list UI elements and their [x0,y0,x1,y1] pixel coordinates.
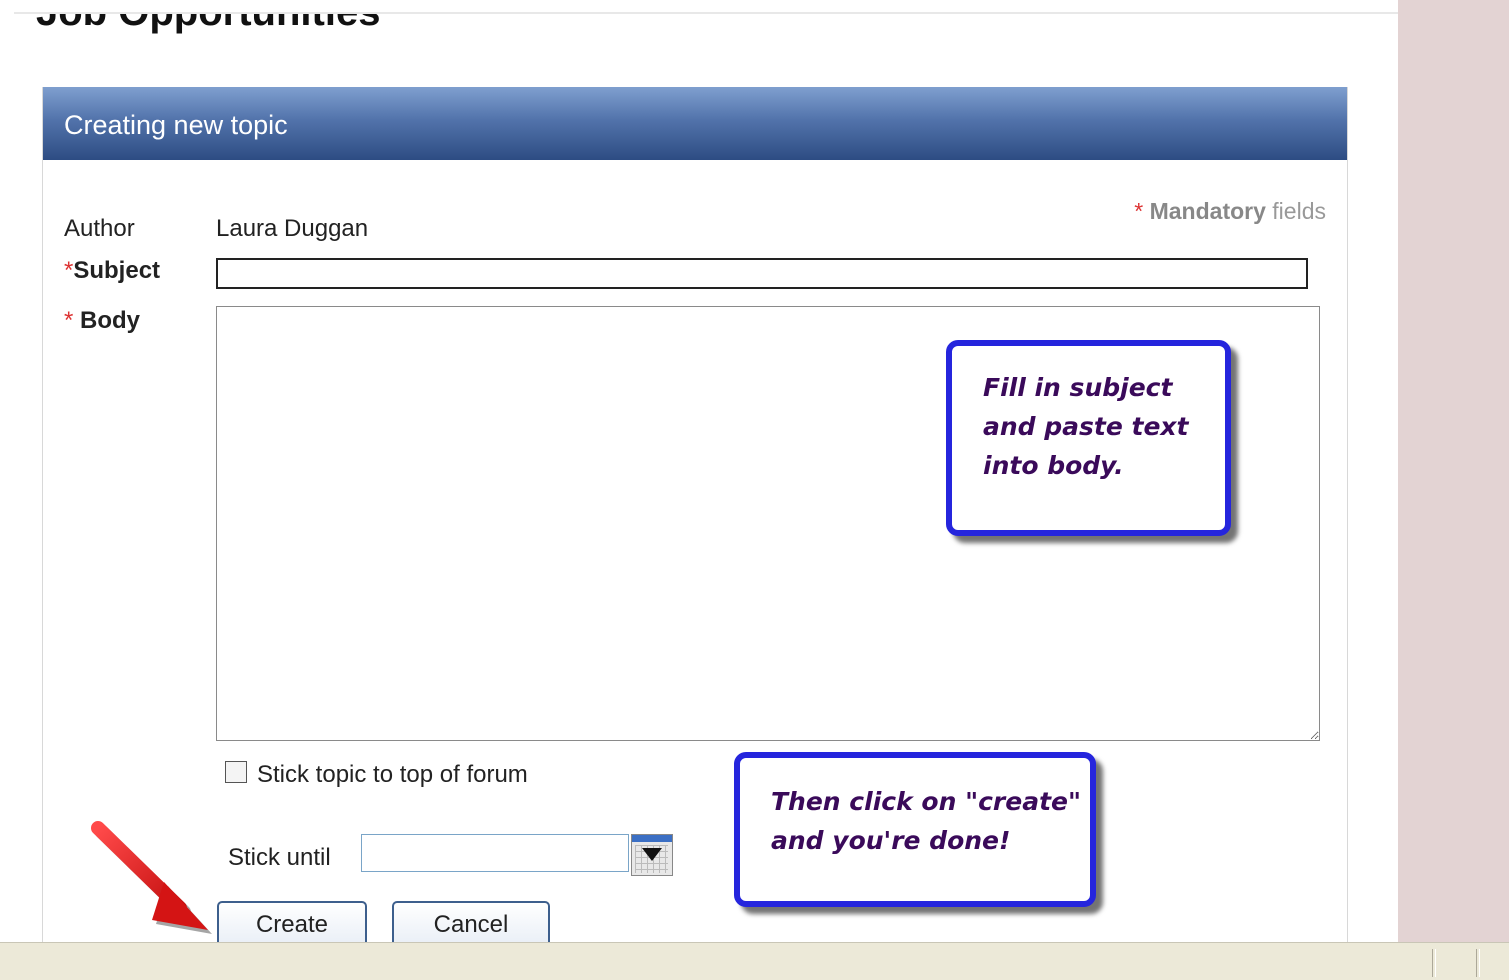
status-divider [1432,949,1436,977]
panel-title: Creating new topic [64,110,288,140]
mandatory-star: * [1134,198,1144,224]
subject-input[interactable] [216,258,1308,289]
browser-status-bar [0,942,1509,980]
body-required-star: * [64,307,74,334]
side-background [1398,0,1509,942]
author-value: Laura Duggan [216,215,369,242]
instruction-callout-create: Then click on "create" and you're done! [734,752,1096,907]
subject-label: *Subject [64,257,160,285]
callout-1-line-2: and paste text [983,412,1189,441]
mandatory-rest: fields [1272,198,1326,224]
stick-until-date-input[interactable] [361,834,629,872]
status-divider [1476,949,1480,977]
calendar-dropdown-icon[interactable] [631,834,673,876]
mandatory-bold: Mandatory [1149,198,1266,224]
author-label: Author [64,215,135,242]
mandatory-fields-note: * Mandatory fields [1134,198,1326,225]
body-label: * Body [64,307,140,335]
chevron-down-icon [642,848,662,861]
callout-1-line-3: into body. [983,451,1124,480]
page-heading: Job Opportunities [36,14,380,32]
panel-header: Creating new topic [43,87,1347,160]
stick-topic-checkbox[interactable] [225,761,247,783]
calendar-header-strip [632,835,672,842]
subject-label-text: Subject [73,257,161,284]
create-button[interactable]: Create [217,901,367,942]
callout-2-line-1: Then click on "create" [771,787,1082,816]
callout-1-line-1: Fill in subject [983,373,1173,402]
callout-2-line-2: and you're done! [771,826,1011,855]
stick-until-label: Stick until [228,844,331,871]
red-arrow-icon [91,821,212,934]
cancel-button[interactable]: Cancel [392,901,550,942]
body-label-text: Body [80,307,141,334]
instruction-callout-fill: Fill in subject and paste text into body… [946,340,1231,536]
stick-topic-label: Stick topic to top of forum [257,761,528,788]
subject-required-star: * [64,257,74,284]
